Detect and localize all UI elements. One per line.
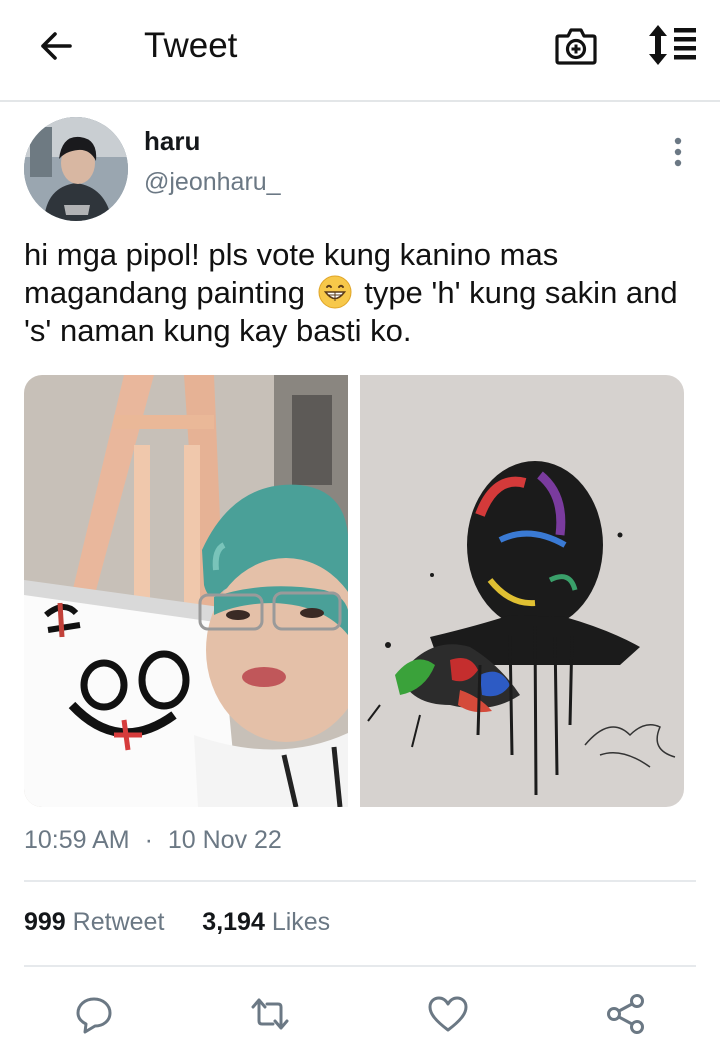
like-icon[interactable] (426, 992, 470, 1036)
tweet-date: 10 Nov 22 (167, 826, 282, 854)
divider (24, 965, 696, 967)
camera-icon[interactable] (554, 25, 598, 67)
tweet-timestamp[interactable]: 10:59 AM · 10 Nov 22 (24, 826, 282, 855)
tweet-time: 10:59 AM (24, 826, 130, 854)
share-icon[interactable] (604, 992, 648, 1036)
retweet-icon[interactable] (248, 992, 292, 1036)
likes-count: 3,194 (202, 908, 265, 936)
tweet-image-left[interactable] (24, 375, 348, 807)
author-handle[interactable]: @jeonharu_ (144, 168, 281, 197)
reply-icon[interactable] (72, 992, 116, 1036)
page-title: Tweet (144, 26, 238, 65)
top-bar: Tweet (0, 0, 720, 102)
back-arrow-icon[interactable] (36, 26, 76, 66)
tweet-text: hi mga pipol! pls vote kung kanino mas m… (24, 236, 696, 350)
author-name[interactable]: haru (144, 126, 200, 157)
sort-icon[interactable] (646, 24, 698, 66)
avatar-image (24, 117, 128, 221)
person-with-painting-image (24, 375, 348, 807)
timestamp-separator: · (144, 826, 153, 854)
grinning-face-icon (318, 275, 352, 309)
retweets-stat[interactable]: 999 Retweet (24, 908, 171, 936)
retweet-label: Retweet (72, 908, 165, 936)
retweet-count: 999 (24, 908, 66, 936)
abstract-portrait-image (360, 375, 684, 807)
tweet-image-right[interactable] (360, 375, 684, 807)
avatar[interactable] (24, 117, 128, 221)
likes-label: Likes (271, 908, 331, 936)
divider (24, 880, 696, 882)
likes-stat[interactable]: 3,194 Likes (202, 908, 330, 936)
tweet-stats: 999 Retweet 3,194 Likes (24, 908, 330, 937)
more-options-icon[interactable] (668, 136, 688, 168)
